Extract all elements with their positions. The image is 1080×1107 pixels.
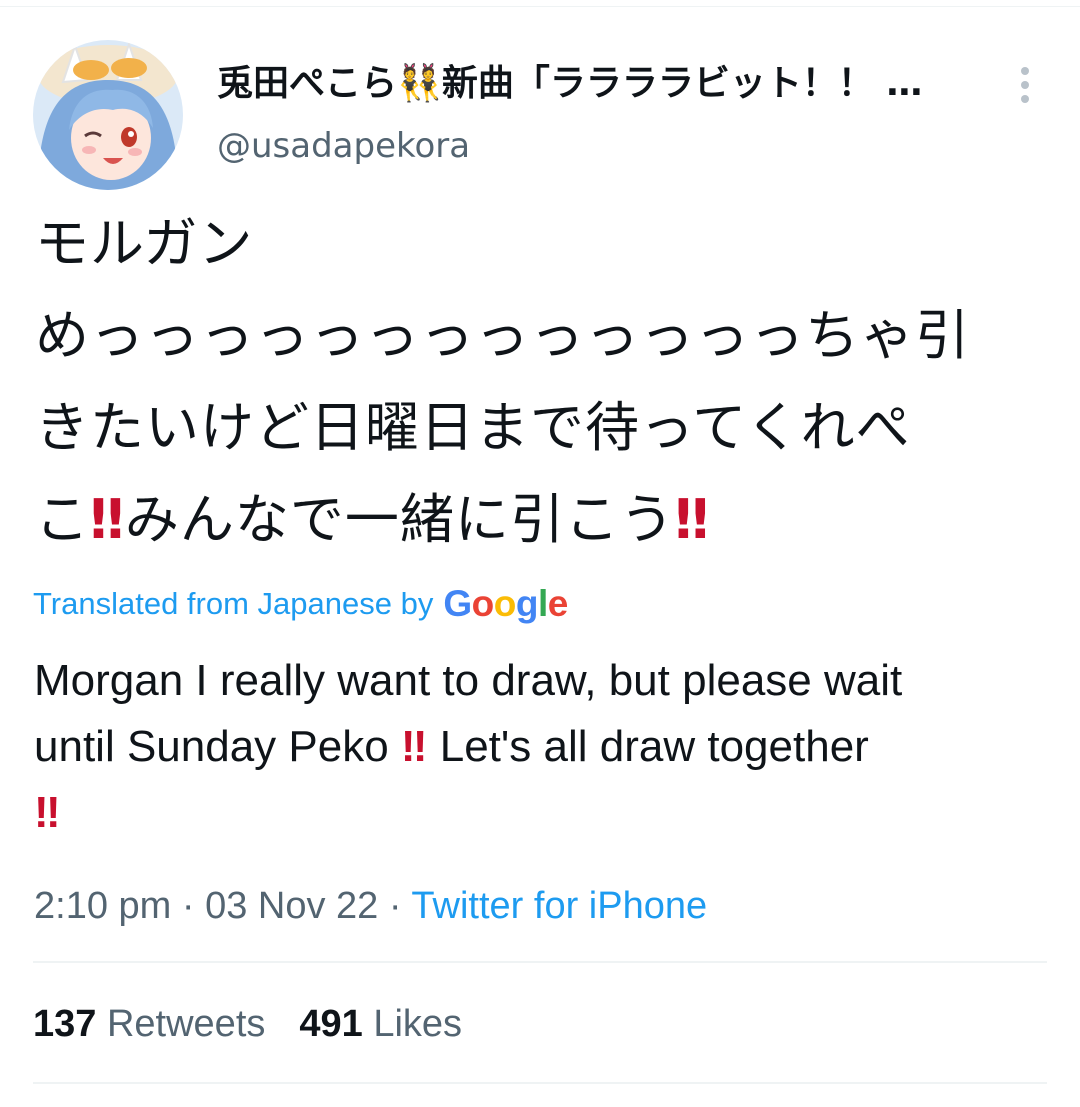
- translation-notice[interactable]: Translated from Japanese by Google: [33, 580, 568, 628]
- tweet-text-line: きたいけど日曜日まで待ってくれぺ: [35, 396, 911, 459]
- google-logo-letter: o: [493, 583, 517, 624]
- more-options-button[interactable]: [1005, 62, 1045, 108]
- translated-text-fragment: until Sunday Peko: [34, 722, 389, 771]
- google-logo-letter: g: [515, 583, 539, 624]
- top-divider: [0, 6, 1080, 7]
- tweet-source-link[interactable]: Twitter for iPhone: [411, 885, 707, 927]
- retweets-count: 137: [33, 1003, 97, 1045]
- tweet-meta: 2:10 pm · 03 Nov 22 · Twitter for iPhone: [34, 882, 707, 930]
- tweet-date[interactable]: 03 Nov 22: [205, 885, 378, 927]
- google-logo-letter: l: [537, 583, 548, 624]
- double-exclamation-icon: ‼: [674, 488, 710, 551]
- tweet-time[interactable]: 2:10 pm: [34, 885, 171, 927]
- likes-label: Likes: [373, 1003, 463, 1045]
- double-exclamation-icon: ‼: [90, 488, 125, 551]
- author-handle[interactable]: @usadapekora: [217, 124, 470, 168]
- more-vertical-icon: [1021, 67, 1029, 103]
- retweets-stat[interactable]: 137 Retweets: [33, 1000, 265, 1048]
- divider: [33, 961, 1047, 963]
- google-logo-letter: o: [471, 583, 495, 624]
- likes-count: 491: [299, 1003, 363, 1045]
- divider: [33, 1082, 1047, 1084]
- retweets-label: Retweets: [106, 1003, 266, 1045]
- double-exclamation-icon: ‼: [400, 722, 428, 771]
- tweet-text-fragment: こ: [35, 488, 90, 551]
- tweet-text-fragment: みんなで一緒に引こう: [124, 488, 675, 551]
- tweet-text: モルガン めっっっっっっっっっっっっっちゃ引 きたいけど日曜日まで待ってくれぺ …: [35, 198, 1045, 566]
- tweet-text-line: こ‼みんなで一緒に引こう‼: [35, 474, 1045, 566]
- meta-separator: ·: [388, 885, 402, 927]
- translated-text-line: ‼: [34, 780, 1044, 846]
- avatar-image: [33, 40, 183, 190]
- author-display-name[interactable]: 兎田ぺこら👯新曲「ララララビット！！ …: [217, 60, 977, 108]
- google-logo: Google: [443, 583, 569, 625]
- translation-notice-label: Translated from Japanese by: [33, 586, 434, 621]
- translated-text: Morgan I really want to draw, but please…: [34, 648, 1044, 846]
- likes-stat[interactable]: 491 Likes: [299, 1000, 462, 1048]
- tweet-text-line: モルガン: [35, 212, 254, 275]
- translated-text-line: Morgan I really want to draw, but please…: [34, 656, 903, 705]
- double-exclamation-icon: ‼: [34, 788, 61, 837]
- google-logo-letter: e: [547, 583, 569, 624]
- translated-text-line: until Sunday Peko ‼ Let's all draw toget…: [34, 714, 1044, 780]
- tweet-text-line: めっっっっっっっっっっっっっちゃ引: [35, 304, 970, 367]
- author-avatar[interactable]: [33, 40, 183, 190]
- translated-text-fragment: Let's all draw together: [439, 722, 869, 771]
- meta-separator: ·: [181, 885, 195, 927]
- google-logo-letter: G: [443, 583, 472, 624]
- tweet-stats: 137 Retweets 491 Likes: [33, 1000, 462, 1048]
